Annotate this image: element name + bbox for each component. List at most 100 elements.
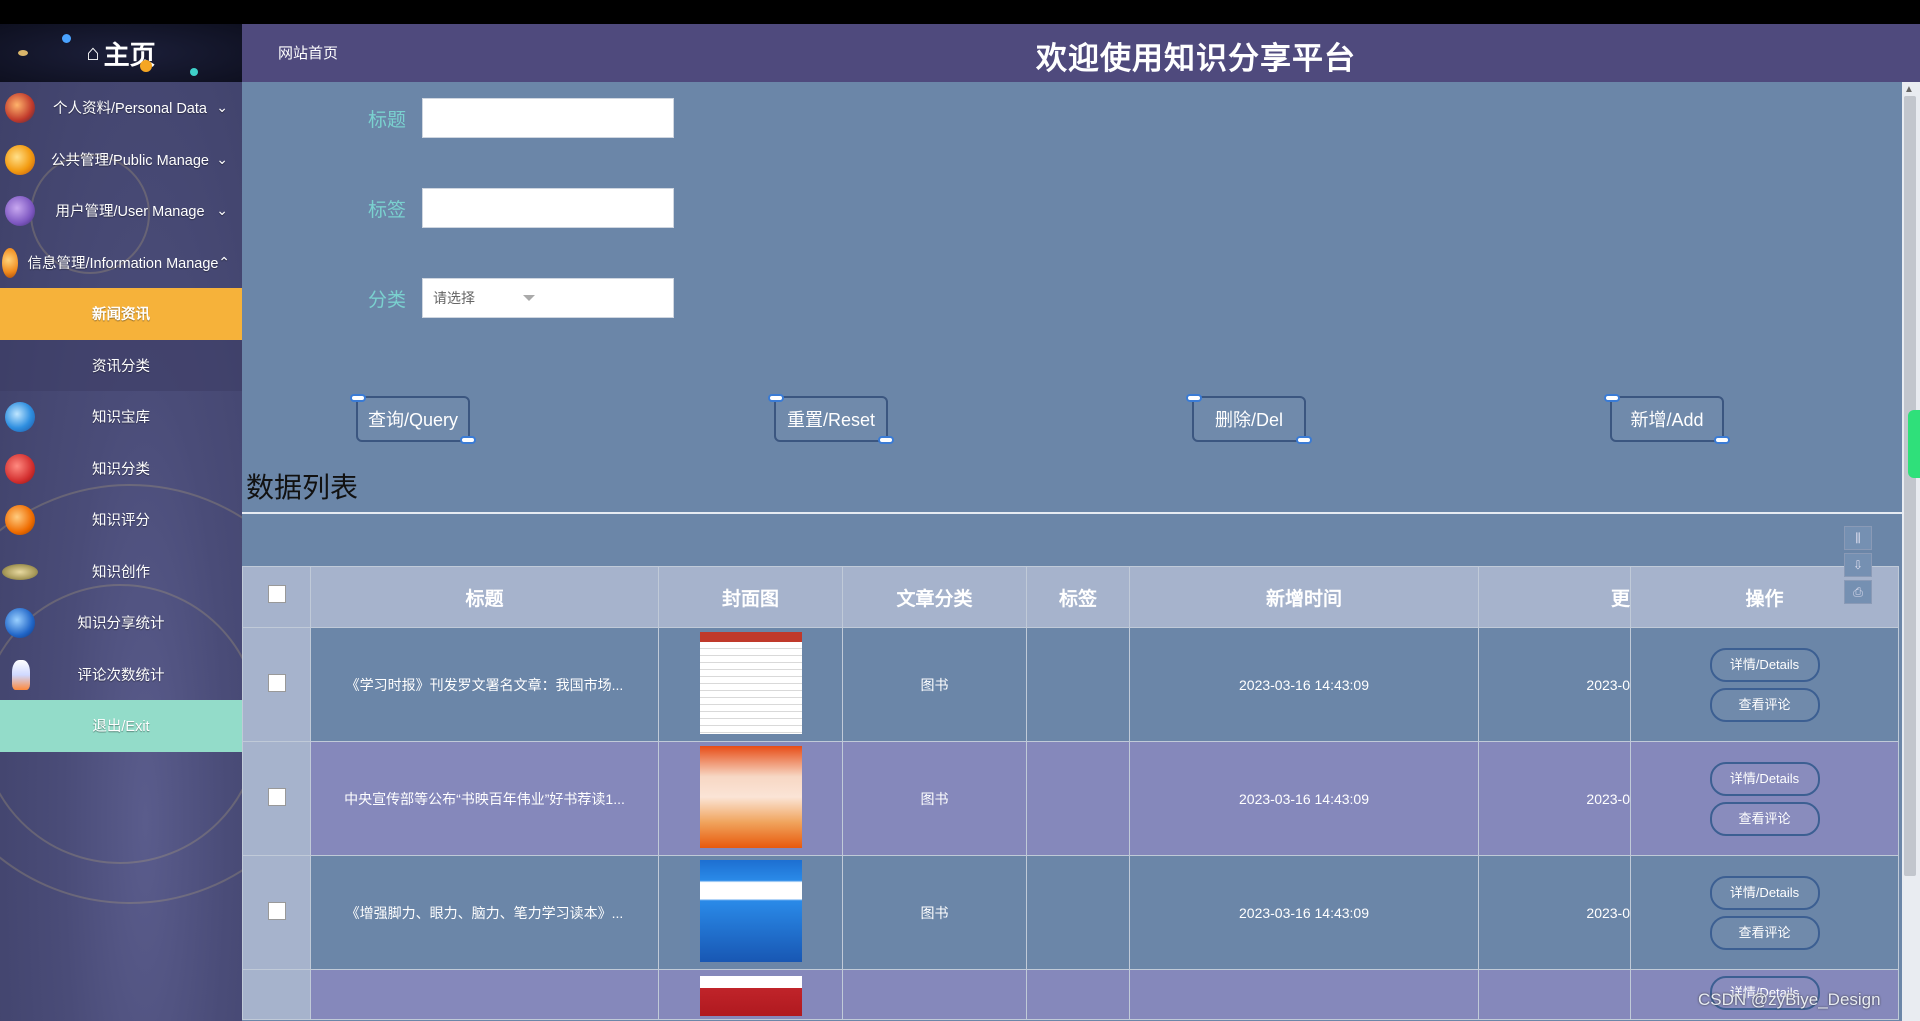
sidebar-item-exit[interactable]: 退出/Exit xyxy=(0,700,242,752)
reset-button-label: 重置/Reset xyxy=(786,410,876,430)
tag-cell xyxy=(1026,969,1130,1020)
add-button[interactable]: 新增/Add xyxy=(1602,392,1732,446)
atom-icon xyxy=(5,93,35,123)
category-select[interactable]: 请选择 xyxy=(422,278,674,318)
sidebar-item-news[interactable]: 新闻资讯 xyxy=(0,288,242,340)
created-cell: 2023-03-16 14:43:09 xyxy=(1129,855,1479,970)
sidebar-item-personal-data[interactable]: 个人资料/Personal Data ⌄ xyxy=(0,82,242,134)
updated-cell: 2023-0 xyxy=(1478,741,1631,856)
sidebar-item-information-manage[interactable]: 信息管理/Information Manage ⌃ xyxy=(0,237,242,289)
site-home-link[interactable]: 网站首页 xyxy=(278,42,338,63)
table-row: 中央宣传部等公布“书映百年伟业”好书荐读1... 图书 2023-03-16 1… xyxy=(242,741,1899,856)
updated-cell: 2023-0 xyxy=(1478,855,1631,970)
home-link[interactable]: ⌂ 主页 xyxy=(0,24,242,82)
category-search-row: 分类 请选择 xyxy=(242,278,674,318)
main-content: 标题 标签 分类 请选择 查询/Query 重置/Reset 删除/Del 新增… xyxy=(242,82,1902,1021)
sidebar-item-knowledge-base[interactable]: 知识宝库 xyxy=(0,391,242,443)
category-cell xyxy=(842,969,1027,1020)
cover-image xyxy=(699,860,802,962)
cover-image xyxy=(699,632,802,734)
data-table: 标题 封面图 文章分类 标签 新增时间 更 操作 《学习时报》刊发罗文署名文章：… xyxy=(242,566,1899,1020)
row-checkbox[interactable] xyxy=(267,674,286,692)
delete-button-label: 删除/Del xyxy=(1214,410,1283,430)
row-checkbox[interactable] xyxy=(267,788,286,806)
row-select-cell xyxy=(242,855,311,970)
tag-search-row: 标签 xyxy=(242,188,674,228)
chevron-down-icon xyxy=(523,295,535,301)
chevron-down-icon: ⌄ xyxy=(216,150,228,167)
sidebar-item-label: 退出/Exit xyxy=(92,719,150,736)
star-decoration xyxy=(140,60,152,72)
view-comments-button[interactable]: 查看评论 xyxy=(1709,801,1820,836)
table-toolbar xyxy=(242,514,1898,566)
planet-icon xyxy=(2,247,18,278)
connector-icon xyxy=(768,394,784,402)
cover-cell xyxy=(658,741,843,856)
sidebar-item-knowledge-category[interactable]: 知识分类 xyxy=(0,443,242,495)
delete-button[interactable]: 删除/Del xyxy=(1184,392,1314,446)
sidebar-item-label: 资讯分类 xyxy=(92,358,150,375)
row-checkbox[interactable] xyxy=(267,902,286,920)
details-button[interactable]: 详情/Details xyxy=(1709,647,1820,682)
select-all-cell xyxy=(242,566,311,628)
view-comments-button[interactable]: 查看评论 xyxy=(1709,915,1820,950)
cover-image xyxy=(699,976,802,1016)
reset-button[interactable]: 重置/Reset xyxy=(766,392,896,446)
top-header: 网站首页 欢迎使用知识分享平台 xyxy=(242,24,1920,82)
sidebar-item-user-manage[interactable]: 用户管理/User Manage ⌄ xyxy=(0,185,242,237)
columns-icon[interactable]: ⫼ xyxy=(1844,526,1872,550)
table-tools: ⫼ ⇩ ⎙ xyxy=(1844,526,1872,607)
details-button[interactable]: 详情/Details xyxy=(1709,875,1820,910)
select-all-checkbox[interactable] xyxy=(267,585,286,603)
cover-image xyxy=(699,746,802,848)
category-cell: 图书 xyxy=(842,627,1027,742)
title-label: 标题 xyxy=(367,109,406,131)
view-comments-button[interactable]: 查看评论 xyxy=(1709,687,1820,722)
sidebar-item-share-statistics[interactable]: 知识分享统计 xyxy=(0,597,242,649)
query-button-label: 查询/Query xyxy=(367,410,459,430)
category-placeholder: 请选择 xyxy=(433,290,475,306)
scrollbar-thumb[interactable] xyxy=(1904,96,1916,876)
updated-cell xyxy=(1478,969,1631,1020)
column-header-created[interactable]: 新增时间 xyxy=(1129,566,1479,628)
cover-cell xyxy=(658,969,843,1020)
sidebar-item-label: 信息管理/Information Manage xyxy=(27,255,219,272)
cover-cell xyxy=(658,855,843,970)
title-cell: 《增强脚力、眼力、脑力、笔力学习读本》... xyxy=(310,855,659,970)
created-cell: 2023-03-16 14:43:09 xyxy=(1129,741,1479,856)
print-icon[interactable]: ⎙ xyxy=(1844,580,1872,604)
title-input[interactable] xyxy=(422,98,674,138)
title-cell xyxy=(310,969,659,1020)
details-button[interactable]: 详情/Details xyxy=(1709,761,1820,796)
export-icon[interactable]: ⇩ xyxy=(1844,553,1872,577)
sidebar-item-comment-statistics[interactable]: 评论次数统计 xyxy=(0,649,242,701)
connector-icon xyxy=(1604,394,1620,402)
home-icon: ⌂ xyxy=(86,40,100,65)
sidebar-item-public-manage[interactable]: 公共管理/Public Manage ⌄ xyxy=(0,134,242,186)
sidebar-item-knowledge-rating[interactable]: 知识评分 xyxy=(0,494,242,546)
sidebar-item-label: 个人资料/Personal Data xyxy=(53,101,207,118)
category-cell: 图书 xyxy=(842,741,1027,856)
sidebar: ⌂ 主页 个人资料/Personal Data ⌄ 公共管理/Public Ma… xyxy=(0,24,242,1021)
query-button[interactable]: 查询/Query xyxy=(348,392,478,446)
column-header-updated[interactable]: 更 xyxy=(1478,566,1631,628)
chevron-up-icon: ⌃ xyxy=(218,253,230,270)
chevron-down-icon: ⌄ xyxy=(216,99,228,116)
sidebar-item-knowledge-creation[interactable]: 知识创作 xyxy=(0,546,242,598)
column-header-title[interactable]: 标题 xyxy=(310,566,659,628)
column-header-category[interactable]: 文章分类 xyxy=(842,566,1027,628)
side-tab-handle[interactable] xyxy=(1908,410,1920,478)
table-row: 《学习时报》刊发罗文署名文章：我国市场... 图书 2023-03-16 14:… xyxy=(242,627,1899,742)
column-header-cover[interactable]: 封面图 xyxy=(658,566,843,628)
column-header-tag[interactable]: 标签 xyxy=(1026,566,1130,628)
sidebar-item-news-category[interactable]: 资讯分类 xyxy=(0,339,242,391)
sidebar-item-label: 用户管理/User Manage xyxy=(55,204,205,221)
star-decoration xyxy=(18,50,28,56)
add-button-label: 新增/Add xyxy=(1630,410,1704,430)
sidebar-item-label: 评论次数统计 xyxy=(77,667,165,684)
star-decoration xyxy=(190,68,198,76)
chevron-down-icon: ⌄ xyxy=(216,202,228,219)
tag-input[interactable] xyxy=(422,188,674,228)
scroll-up-icon[interactable]: ▲ xyxy=(1904,84,1914,95)
created-cell xyxy=(1129,969,1479,1020)
